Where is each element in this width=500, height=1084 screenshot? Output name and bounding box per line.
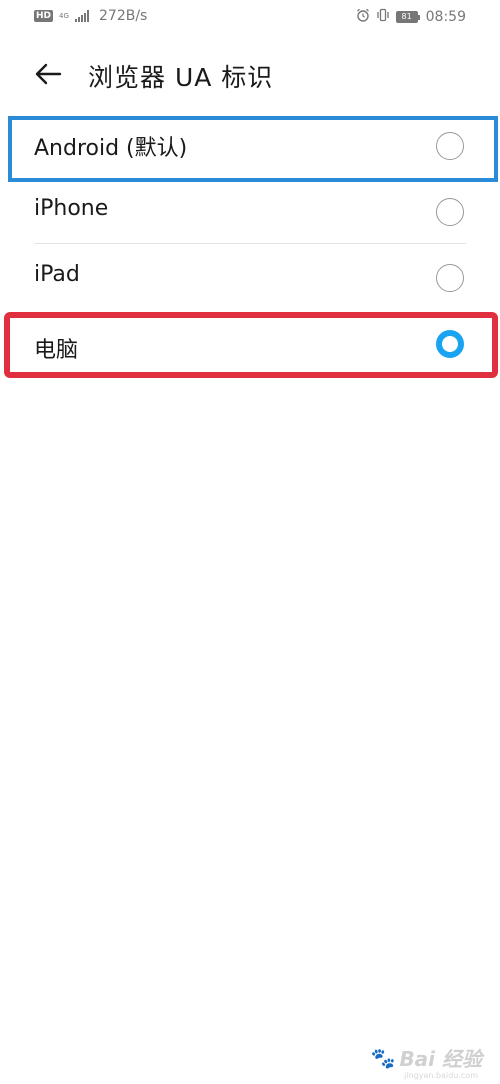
radio-button[interactable] bbox=[436, 264, 464, 292]
header: 浏览器 UA 标识 bbox=[0, 50, 500, 98]
arrow-left-icon bbox=[35, 63, 62, 85]
page-title: 浏览器 UA 标识 bbox=[88, 63, 274, 92]
option-ipad[interactable]: iPad bbox=[0, 244, 500, 310]
watermark: 🐾 Bai 经验 bbox=[371, 1043, 482, 1072]
watermark-text: Bai 经验 bbox=[399, 1047, 482, 1071]
network-type: 4G bbox=[59, 11, 69, 20]
status-right: 81 08:59 bbox=[356, 8, 466, 26]
option-iphone[interactable]: iPhone bbox=[0, 178, 500, 244]
option-label: iPhone bbox=[34, 196, 109, 221]
highlight-box-blue bbox=[8, 116, 498, 182]
option-label: iPad bbox=[34, 262, 80, 287]
radio-button[interactable] bbox=[436, 198, 464, 226]
network-speed: 272B/s bbox=[99, 8, 148, 24]
hd-badge: HD bbox=[34, 10, 54, 22]
alarm-icon bbox=[356, 8, 370, 26]
highlight-box-red bbox=[4, 312, 498, 378]
paw-icon: 🐾 bbox=[370, 1045, 396, 1070]
back-button[interactable] bbox=[30, 60, 66, 88]
status-bar: HD 4G 272B/s 81 08:59 bbox=[0, 0, 500, 34]
battery-icon: 81 bbox=[395, 11, 420, 23]
status-left: HD 4G 272B/s bbox=[34, 8, 147, 24]
signal-icon bbox=[75, 10, 90, 22]
clock: 08:59 bbox=[425, 9, 466, 25]
battery-level: 81 bbox=[395, 11, 418, 23]
vibrate-icon bbox=[376, 8, 390, 26]
watermark-url: jingyan.baidu.com bbox=[404, 1071, 478, 1080]
